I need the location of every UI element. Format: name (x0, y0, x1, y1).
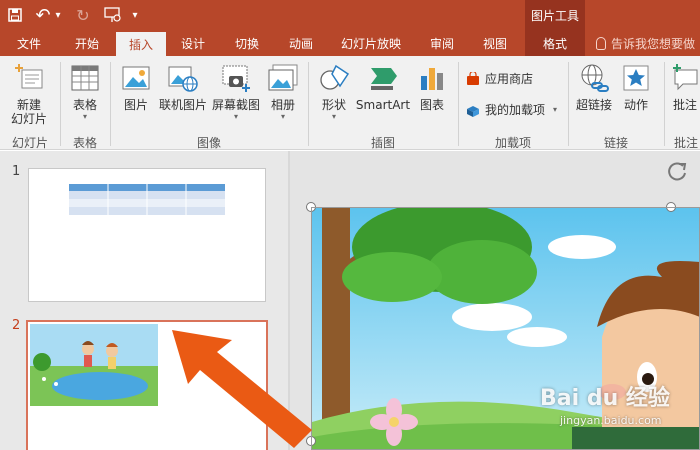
store-label: 应用商店 (485, 72, 534, 86)
tab-animations[interactable]: 动画 (274, 30, 328, 56)
tab-insert[interactable]: 插入 (116, 32, 166, 56)
online-picture-label: 联机图片 (158, 98, 207, 112)
tell-me-search[interactable]: 告诉我您想要做 (596, 30, 695, 56)
redo-button[interactable]: ↻ (74, 0, 92, 30)
rotate-handle[interactable] (664, 158, 690, 184)
customize-qat-button[interactable]: ▾ (128, 0, 142, 30)
photo-album-icon (267, 62, 299, 94)
cartoon-thumbnail-image (30, 324, 158, 406)
tab-view[interactable]: 视图 (470, 30, 520, 56)
lightbulb-icon (596, 36, 606, 50)
hyperlink-button[interactable]: 超链接 (574, 62, 614, 112)
baidu-watermark: Bai du 经验 (540, 386, 670, 411)
tab-format[interactable]: 格式 (525, 30, 585, 56)
picture-button[interactable]: 图片 (116, 62, 156, 112)
chart-label: 图表 (419, 98, 444, 112)
hyperlink-icon (578, 62, 610, 94)
chart-button[interactable]: 图表 (412, 62, 452, 112)
group-label-tables: 表格 (72, 136, 97, 150)
tab-review[interactable]: 审阅 (414, 30, 470, 56)
smartart-button[interactable]: SmartArt (356, 62, 410, 112)
table-label: 表格 (72, 98, 97, 112)
new-slide-button[interactable]: 新建 幻灯片 (4, 62, 54, 126)
my-addins-dropdown-icon: ▾ (553, 104, 558, 114)
picture-tools-label: 图片工具 (525, 0, 585, 30)
action-label: 动作 (623, 98, 648, 112)
action-button[interactable]: 动作 (616, 62, 656, 112)
start-slideshow-button[interactable] (102, 0, 124, 30)
baidu-watermark-url: jingyan.baidu.com (560, 414, 662, 427)
screenshot-button[interactable]: 屏幕截图 ▾ (210, 62, 262, 122)
comment-icon (670, 62, 700, 94)
slide-number: 1 (12, 164, 21, 179)
undo-button[interactable]: ↶ (34, 0, 52, 30)
album-dropdown-icon: ▾ (280, 112, 285, 121)
smartart-icon (367, 62, 399, 94)
group-label-addins: 加载项 (494, 136, 531, 150)
table-preview-icon (69, 184, 225, 215)
smartart-label: SmartArt (355, 98, 411, 112)
save-icon (8, 8, 22, 22)
store-button[interactable]: 应用商店 (466, 70, 533, 87)
comment-button[interactable]: 批注 (670, 62, 700, 112)
photo-album-label: 相册 (270, 98, 295, 112)
screenshot-dropdown-icon: ▾ (233, 112, 238, 121)
group-label-slides: 幻灯片 (11, 136, 48, 150)
group-label-links: 链接 (603, 136, 628, 150)
resize-handle[interactable] (666, 202, 676, 212)
annotation-arrow-icon (172, 330, 312, 448)
tell-me-text: 告诉我您想要做 (611, 36, 696, 51)
shapes-button[interactable]: 形状 ▾ (314, 62, 354, 122)
addins-icon (467, 105, 479, 117)
slide-thumbnail[interactable] (28, 168, 266, 302)
group-label-illustrations: 插图 (370, 136, 395, 150)
table-button[interactable]: 表格 ▾ (64, 62, 106, 122)
tab-slideshow[interactable]: 幻灯片放映 (328, 30, 414, 56)
group-label-comments: 批注 (673, 136, 698, 150)
save-button[interactable] (4, 0, 26, 30)
undo-dropdown[interactable]: ▾ (52, 0, 64, 30)
store-icon (467, 71, 479, 85)
table-icon (69, 62, 101, 94)
online-picture-icon (167, 62, 199, 94)
shapes-label: 形状 (321, 98, 346, 112)
shapes-icon (318, 62, 350, 94)
title-bar: ↶ ▾ ↻ ▾ 图片工具 (0, 0, 700, 30)
my-addins-label: 我的加载项 (485, 103, 546, 117)
my-addins-button[interactable]: 我的加载项 ▾ (466, 101, 557, 118)
table-dropdown-icon: ▾ (82, 112, 87, 121)
ribbon: 新建 幻灯片 表格 ▾ 图片 联机图片 屏幕截图 ▾ 相册 ▾ 形状 ▾ Sma… (0, 56, 700, 150)
screenshot-icon (220, 62, 252, 94)
group-label-images: 图像 (196, 136, 221, 150)
ribbon-tabs: 文件 开始 插入 设计 切换 动画 幻灯片放映 审阅 视图 格式 (0, 30, 700, 56)
slide-number: 2 (12, 318, 21, 333)
picture-label: 图片 (123, 98, 148, 112)
new-slide-icon (13, 62, 45, 94)
tab-home[interactable]: 开始 (58, 30, 116, 56)
slideshow-icon (104, 7, 121, 22)
rotate-icon (668, 162, 687, 181)
action-icon (620, 62, 652, 94)
new-slide-label: 新建 幻灯片 (10, 98, 47, 126)
tab-design[interactable]: 设计 (166, 30, 220, 56)
picture-icon (120, 62, 152, 94)
resize-handle[interactable] (306, 202, 316, 212)
photo-album-button[interactable]: 相册 ▾ (264, 62, 302, 122)
screenshot-label: 屏幕截图 (211, 98, 260, 112)
comment-label: 批注 (672, 98, 697, 112)
tab-file[interactable]: 文件 (0, 30, 58, 56)
tab-transitions[interactable]: 切换 (220, 30, 274, 56)
chart-icon (416, 62, 448, 94)
online-picture-button[interactable]: 联机图片 (156, 62, 210, 112)
hyperlink-label: 超链接 (575, 98, 612, 112)
shapes-dropdown-icon: ▾ (331, 112, 336, 121)
